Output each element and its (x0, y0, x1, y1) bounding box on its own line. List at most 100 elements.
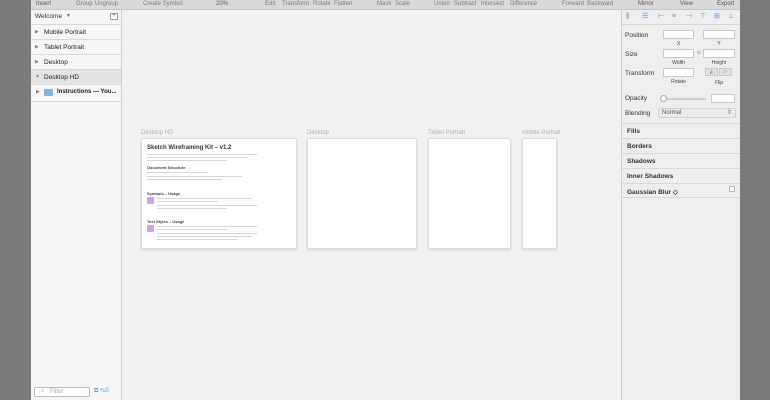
x-field[interactable] (663, 30, 694, 39)
sketch-window: Insert Group Ungroup Create Symbol 20% E… (31, 0, 740, 400)
blending-label: Blending (625, 110, 651, 117)
search-icon: ⌕ (41, 388, 45, 394)
text-line (157, 236, 252, 237)
shadows-section[interactable]: Shadows (622, 153, 740, 168)
opacity-slider-handle[interactable] (660, 95, 667, 102)
text-line (147, 172, 207, 173)
align-bottom-icon[interactable]: ⊥ (728, 13, 734, 21)
view-button[interactable]: View (680, 0, 693, 8)
distribute-horizontal-icon[interactable]: ⫼ (626, 13, 629, 21)
mask-button[interactable]: Mask (377, 0, 391, 8)
layers-sidebar: Welcome ▼ + ▶ Mobile Portrait ▶ Tablet P… (31, 10, 122, 400)
x-label: X (676, 41, 681, 47)
layer-instructions[interactable]: ▶ Instructions — You... (31, 85, 121, 102)
height-field[interactable] (703, 49, 735, 58)
forward-button[interactable]: Forward (562, 0, 584, 8)
scale-button[interactable]: Scale (395, 0, 410, 8)
zoom-level[interactable]: 20% (216, 0, 228, 8)
export-button[interactable]: Export (717, 0, 734, 8)
layer-mobile-portrait[interactable]: ▶ Mobile Portrait (31, 25, 121, 40)
text-line (147, 179, 222, 180)
opacity-field[interactable] (711, 94, 735, 103)
transform-button[interactable]: Transform (282, 0, 309, 8)
text-line (157, 233, 257, 234)
inspector-panel: ⫼ ☰ ⊢ ≡ ⊣ ⊤ ⊞ ⊥ Position X Y Size ⊖ Widt… (621, 10, 740, 400)
backward-button[interactable]: Backward (587, 0, 613, 8)
gaussian-blur-checkbox[interactable] (729, 186, 735, 192)
text-line (147, 157, 247, 158)
text-line (157, 198, 252, 199)
union-button[interactable]: Union (434, 0, 450, 8)
layer-label: Mobile Portrait (44, 29, 86, 36)
text-style-icon (147, 225, 154, 232)
text-line (157, 201, 217, 202)
rotate-button[interactable]: Rotate (313, 0, 331, 8)
folder-icon (44, 89, 53, 96)
shadows-label: Shadows (627, 158, 656, 165)
y-field[interactable] (703, 30, 735, 39)
artboard-tablet-portrait[interactable] (428, 138, 511, 249)
inner-shadows-section[interactable]: Inner Shadows (622, 168, 740, 183)
sidebar-footer-icons[interactable]: ⧉ ✎0 (94, 388, 109, 395)
artboard-mobile-portrait[interactable] (522, 138, 557, 249)
opacity-label: Opacity (625, 95, 648, 102)
layer-tablet-portrait[interactable]: ▶ Tablet Portrait (31, 40, 121, 55)
edit-button[interactable]: Edit (265, 0, 275, 8)
intersect-button[interactable]: Intersect (481, 0, 504, 8)
artboard-desktop-hd[interactable]: Sketch Wireframing Kit – v1.2 Document S… (141, 138, 297, 249)
text-line (157, 208, 227, 209)
artboard-desktop[interactable] (307, 138, 417, 249)
disclosure-triangle-icon[interactable]: ▶ (35, 59, 39, 65)
insert-button[interactable]: Insert (36, 0, 51, 8)
page-selector[interactable]: Welcome ▼ + (31, 10, 121, 25)
distribute-vertical-icon[interactable]: ☰ (642, 13, 648, 21)
group-button[interactable]: Group (76, 0, 93, 8)
disclosure-triangle-open-icon[interactable]: ▼ (35, 74, 40, 80)
doc-section-heading: Document Structure (147, 165, 186, 170)
width-label: Width (672, 60, 685, 66)
width-field[interactable] (663, 49, 694, 58)
borders-label: Borders (627, 143, 652, 150)
align-center-icon[interactable]: ≡ (672, 13, 676, 21)
rotate-field[interactable] (663, 68, 694, 77)
blending-select[interactable]: Normal ⇕ (658, 108, 736, 118)
opacity-slider[interactable] (662, 98, 706, 100)
canvas[interactable]: Desktop HD Desktop Tablet Portrait Mobil… (122, 10, 621, 400)
flip-vertical-button[interactable]: ▷ (719, 68, 732, 76)
doc-section-heading: Text Styles – Usage (147, 219, 185, 224)
artboard-title-desktop[interactable]: Desktop (307, 130, 329, 136)
alignment-bar: ⫼ ☰ ⊢ ≡ ⊣ ⊤ ⊞ ⊥ (622, 10, 740, 25)
align-right-icon[interactable]: ⊣ (686, 13, 692, 21)
align-top-icon[interactable]: ⊤ (700, 13, 706, 21)
artboard-title-mobile-portrait[interactable]: Mobile Portrait (522, 130, 561, 136)
borders-section[interactable]: Borders (622, 138, 740, 153)
flip-horizontal-button[interactable]: ◭ (705, 68, 718, 76)
layer-label: Instructions — You... (57, 89, 117, 95)
align-middle-icon[interactable]: ⊞ (714, 13, 720, 21)
ungroup-button[interactable]: Ungroup (95, 0, 118, 8)
flatten-button[interactable]: Flatten (334, 0, 352, 8)
align-left-icon[interactable]: ⊢ (658, 13, 664, 21)
add-page-button[interactable]: + (110, 13, 118, 20)
chevron-updown-icon: ⇕ (726, 110, 732, 116)
artboard-title-tablet-portrait[interactable]: Tablet Portrait (428, 130, 465, 136)
create-symbol-button[interactable]: Create Symbol (143, 0, 183, 8)
layer-desktop-hd[interactable]: ▼ Desktop HD (31, 70, 121, 85)
layer-desktop[interactable]: ▶ Desktop (31, 55, 121, 70)
filter-placeholder: Filter (50, 389, 64, 395)
gaussian-blur-section[interactable]: Gaussian Blur ◇ (622, 183, 740, 198)
disclosure-triangle-icon[interactable]: ▶ (35, 44, 39, 50)
artboard-title-desktop-hd[interactable]: Desktop HD (141, 130, 173, 136)
filter-input[interactable]: ⌕ Filter (34, 387, 90, 397)
lock-ratio-icon[interactable]: ⊖ (697, 50, 701, 56)
fills-section[interactable]: Fills (622, 123, 740, 138)
text-line (157, 229, 227, 230)
height-label: Height (711, 60, 727, 66)
toolbar: Insert Group Ungroup Create Symbol 20% E… (31, 0, 740, 10)
disclosure-triangle-icon[interactable]: ▶ (36, 89, 40, 95)
subtract-button[interactable]: Subtract (454, 0, 476, 8)
disclosure-triangle-icon[interactable]: ▶ (35, 29, 39, 35)
difference-button[interactable]: Difference (510, 0, 537, 8)
page-name: Welcome (35, 13, 62, 20)
mirror-button[interactable]: Mirror (638, 0, 654, 8)
